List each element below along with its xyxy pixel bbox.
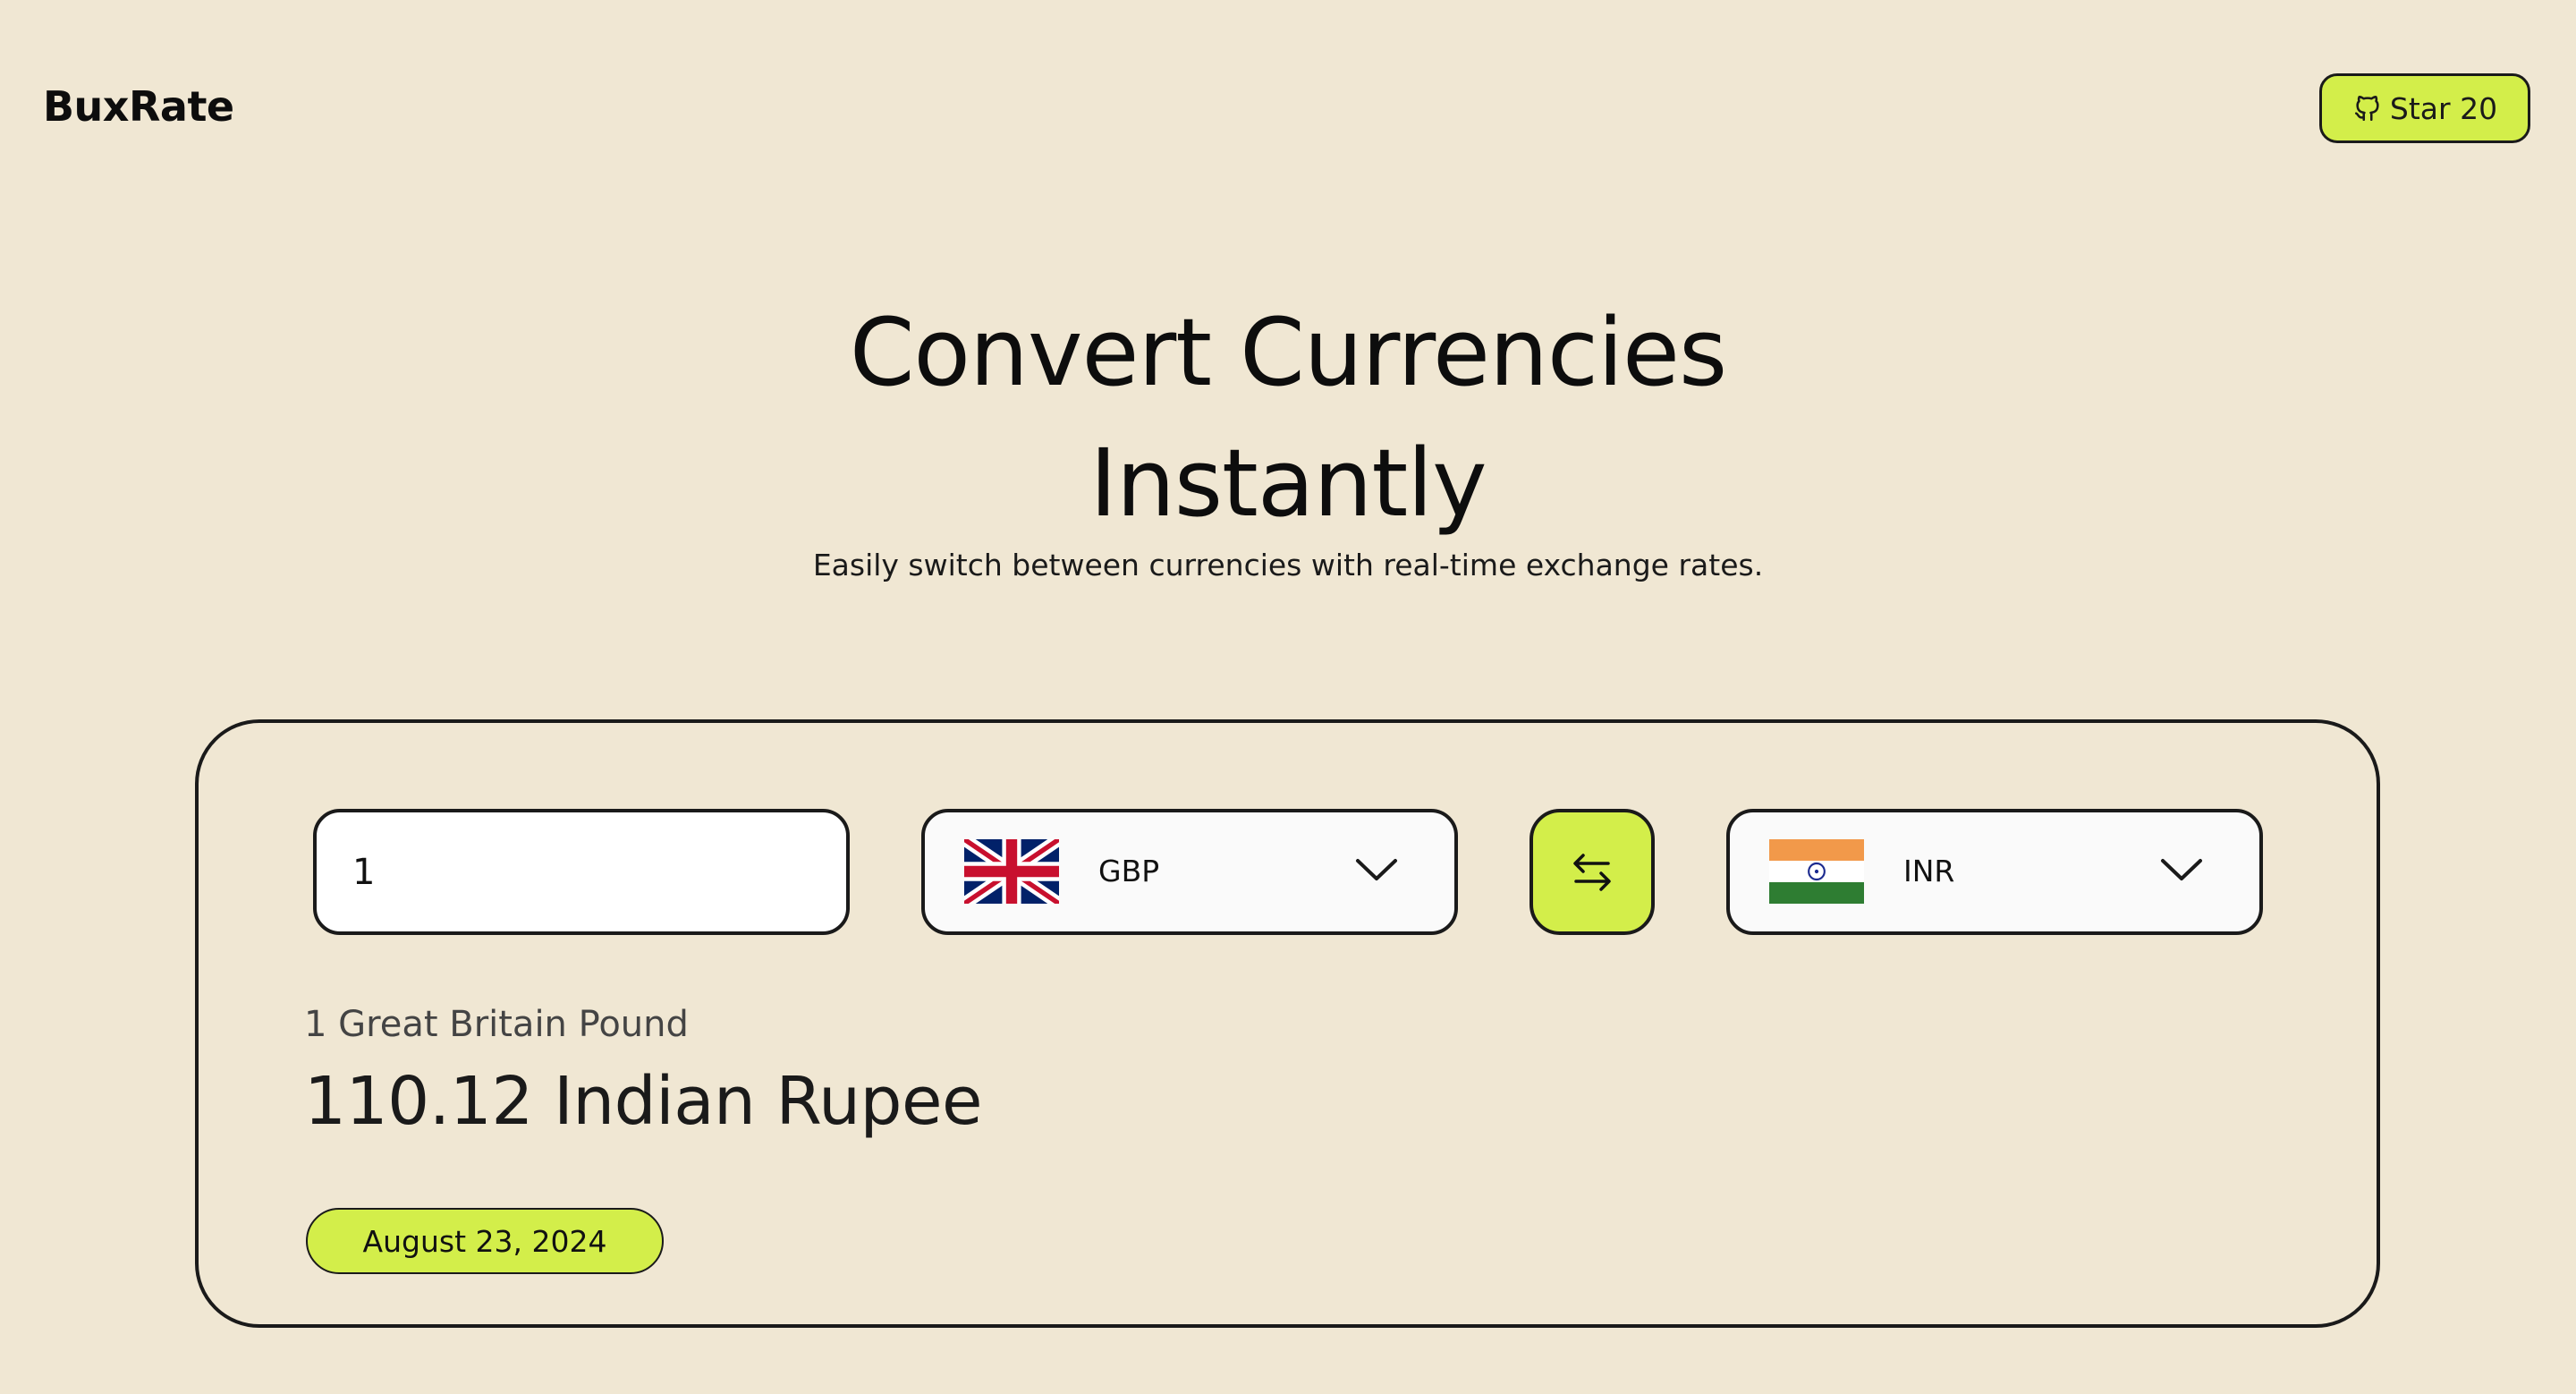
from-currency-select[interactable]: GBP xyxy=(921,809,1458,935)
star-button-label: Star 20 xyxy=(2389,90,2498,126)
swap-currencies-button[interactable] xyxy=(1530,809,1655,935)
hero-subtitle: Easily switch between currencies with re… xyxy=(812,548,1764,582)
to-currency-code: INR xyxy=(1903,854,1955,888)
hero-title-line-2: Instantly xyxy=(1089,429,1487,538)
brand-logo[interactable]: BuxRate xyxy=(43,82,234,131)
from-currency-code: GBP xyxy=(1098,854,1160,888)
chevron-down-icon xyxy=(2161,859,2202,880)
to-currency-select[interactable]: INR xyxy=(1726,809,2263,935)
from-amount-label: 1 Great Britain Pound xyxy=(304,1004,689,1045)
india-flag-icon xyxy=(1769,839,1864,904)
uk-flag-icon xyxy=(964,839,1059,904)
conversion-result: 110.12 Indian Rupee xyxy=(304,1063,983,1140)
rate-date-badge: August 23, 2024 xyxy=(306,1208,664,1274)
chevron-down-icon xyxy=(1356,859,1397,880)
amount-input[interactable] xyxy=(313,809,850,935)
github-star-button[interactable]: Star 20 xyxy=(2319,73,2530,143)
swap-arrows-icon xyxy=(1573,853,1611,891)
hero-title-line-1: Convert Currencies xyxy=(849,298,1727,407)
github-icon xyxy=(2354,96,2379,122)
